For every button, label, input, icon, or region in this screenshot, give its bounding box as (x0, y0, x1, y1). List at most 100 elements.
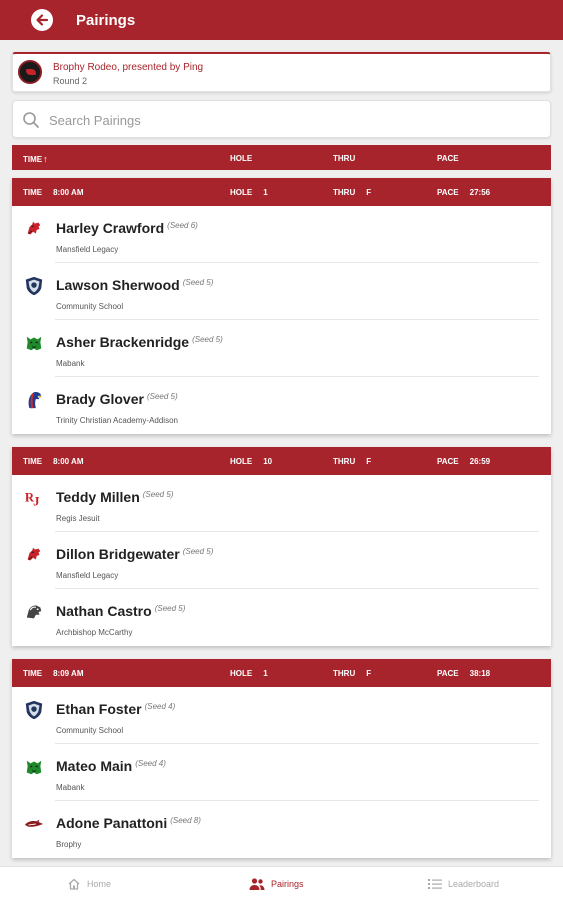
player-school: Community School (56, 726, 124, 735)
player-row[interactable]: Ethan Foster (Seed 4) Community School (12, 687, 551, 744)
player-seed: (Seed 5) (182, 547, 214, 556)
hole-label: HOLE (230, 669, 253, 678)
bottom-nav: Home Pairings Leaderboard (0, 866, 563, 900)
time-label: TIME (23, 669, 43, 678)
home-icon (68, 878, 80, 890)
pace-value: 26:59 (469, 457, 491, 466)
thru-label: THRU (333, 669, 356, 678)
sort-asc-icon: ↑ (43, 154, 48, 164)
player-seed: (Seed 8) (170, 816, 201, 825)
pace-label: PACE (437, 457, 459, 466)
thru-label: THRU (333, 188, 356, 197)
column-hole[interactable]: HOLE (230, 154, 252, 163)
player-name: Teddy Millen (56, 489, 140, 505)
player-name: Brady Glover (56, 391, 144, 407)
people-icon (249, 878, 265, 890)
tee-time: 8:00 AM (53, 457, 84, 466)
search-input[interactable] (49, 110, 529, 130)
player-school: Mabank (56, 359, 85, 368)
player-name: Mateo Main (56, 758, 133, 774)
player-school: Archbishop McCarthy (56, 628, 133, 637)
bronco-logo-icon (23, 544, 45, 566)
pace-label: PACE (437, 669, 459, 678)
event-logo-icon (18, 60, 42, 84)
pace-value: 27:56 (469, 188, 491, 197)
column-time[interactable]: TIME↑ (23, 154, 48, 164)
pairing-group[interactable]: TIME 8:00 AM HOLE 1 THRU F PACE 27:56 Harley… (12, 178, 551, 434)
player-row[interactable]: Mateo Main (Seed 4) Mabank (12, 744, 551, 801)
pairing-group[interactable]: TIME 8:00 AM HOLE 10 THRU F PACE 26:59 Teddy… (12, 447, 551, 646)
tee-time: 8:09 AM (53, 669, 84, 678)
group-header: TIME 8:00 AM HOLE 1 THRU F PACE 27:56 (12, 178, 551, 206)
player-seed: (Seed 5) (146, 392, 178, 401)
nav-leaderboard[interactable]: Leaderboard (428, 867, 499, 900)
player-seed: (Seed 5) (192, 335, 223, 344)
back-button[interactable] (31, 9, 53, 31)
event-name: Brophy Rodeo, presented by Ping (53, 62, 204, 73)
player-row[interactable]: Brady Glover (Seed 5) Trinity Christian A… (12, 377, 551, 434)
thru-label: THRU (333, 457, 356, 466)
rj-logo-icon (23, 487, 45, 509)
player-school: Mansfield Legacy (56, 571, 119, 580)
player-seed: (Seed 5) (182, 278, 214, 287)
player-seed: (Seed 5) (154, 604, 186, 613)
player-row[interactable]: Teddy Millen (Seed 5) Regis Jesuit (12, 475, 551, 532)
search-box[interactable] (12, 100, 551, 138)
player-row[interactable]: Adone Panattoni (Seed 8) Brophy (12, 801, 551, 858)
search-icon (23, 112, 39, 128)
pace-value: 38:18 (469, 669, 491, 678)
nav-home[interactable]: Home (67, 867, 111, 900)
panther-logo-icon (23, 332, 45, 354)
eagle-logo-icon (23, 389, 45, 411)
player-name: Ethan Foster (56, 701, 142, 717)
start-hole: 1 (263, 669, 268, 678)
thru-value: F (366, 669, 372, 678)
list-icon (428, 879, 442, 889)
panther-logo-icon (23, 756, 45, 778)
player-row[interactable]: Asher Brackenridge (Seed 5) Mabank (12, 320, 551, 377)
time-label: TIME (23, 457, 43, 466)
player-school: Trinity Christian Academy-Addison (56, 416, 178, 425)
time-label: TIME (23, 188, 43, 197)
shield-logo-icon (23, 699, 45, 721)
pairing-group[interactable]: TIME 8:09 AM HOLE 1 THRU F PACE 38:18 Ethan … (12, 659, 551, 858)
column-thru[interactable]: THRU (333, 154, 355, 163)
player-name: Lawson Sherwood (56, 277, 180, 293)
group-header: TIME 8:09 AM HOLE 1 THRU F PACE 38:18 (12, 659, 551, 687)
column-pace[interactable]: PACE (437, 154, 459, 163)
player-row[interactable]: Nathan Castro (Seed 5) Archbishop McCarth… (12, 589, 551, 646)
thru-value: F (366, 457, 372, 466)
nav-home-label: Home (87, 879, 112, 889)
player-name: Harley Crawford (56, 220, 165, 236)
nav-pairings[interactable]: Pairings (249, 867, 304, 900)
thru-value: F (366, 188, 372, 197)
mustang-logo-icon (23, 601, 45, 623)
hole-label: HOLE (230, 188, 253, 197)
player-seed: (Seed 5) (142, 490, 174, 499)
nav-pairings-label: Pairings (271, 879, 304, 889)
player-school: Mabank (56, 783, 85, 792)
player-school: Regis Jesuit (56, 514, 100, 523)
bronco-logo-icon (23, 218, 45, 240)
arrow-left-icon (36, 14, 49, 26)
start-hole: 1 (263, 188, 268, 197)
event-card[interactable]: Brophy Rodeo, presented by Ping Round 2 (12, 52, 551, 92)
player-row[interactable]: Harley Crawford (Seed 6) Mansfield Legacy (12, 206, 551, 263)
group-header: TIME 8:00 AM HOLE 10 THRU F PACE 26:59 (12, 447, 551, 475)
event-round: Round 2 (53, 76, 88, 86)
tee-time: 8:00 AM (53, 188, 84, 197)
player-row[interactable]: Lawson Sherwood (Seed 5) Community School (12, 263, 551, 320)
player-school: Mansfield Legacy (56, 245, 119, 254)
player-name: Dillon Bridgewater (56, 546, 180, 562)
player-name: Asher Brackenridge (56, 334, 190, 350)
player-seed: (Seed 6) (167, 221, 198, 230)
player-school: Community School (56, 302, 124, 311)
player-seed: (Seed 4) (144, 702, 176, 711)
column-header: TIME↑ HOLE THRU PACE (12, 145, 551, 170)
app-bar: Pairings (0, 0, 563, 40)
pace-label: PACE (437, 188, 459, 197)
player-row[interactable]: Dillon Bridgewater (Seed 5) Mansfield Leg… (12, 532, 551, 589)
nav-leaderboard-label: Leaderboard (448, 879, 500, 889)
player-name: Adone Panattoni (56, 815, 168, 831)
shield-logo-icon (23, 275, 45, 297)
